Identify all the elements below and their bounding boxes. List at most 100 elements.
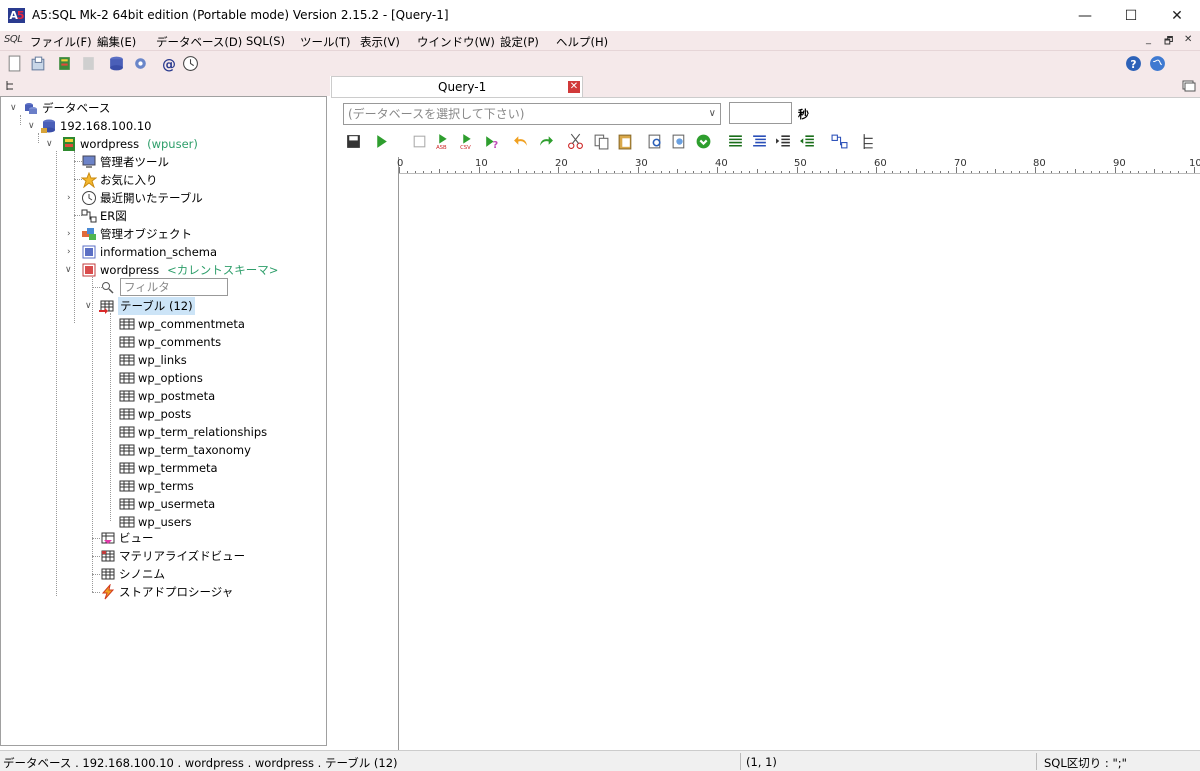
expand-chevron-icon[interactable]: ∨ <box>85 297 95 315</box>
tree-tables-folder[interactable]: テーブル (12) <box>99 297 195 315</box>
tree-schema-wordpress[interactable]: wordpress <カレントスキーマ> <box>81 261 278 279</box>
table-item[interactable]: wp_terms <box>119 477 194 495</box>
globe-icon[interactable] <box>1149 55 1166 72</box>
tab-query-1[interactable]: Query-1 ✕ <box>331 76 583 97</box>
table-item[interactable]: wp_comments <box>119 333 221 351</box>
indent-icon[interactable] <box>775 133 792 150</box>
tree-admin-objects[interactable]: 管理オブジェクト <box>81 225 192 243</box>
tree-recent-tables[interactable]: 最近開いたテーブル <box>81 189 203 207</box>
run-csv-icon[interactable]: CSV <box>459 133 476 150</box>
menu-view[interactable]: 表示(V) <box>360 34 400 50</box>
ruler-label: 0 <box>397 158 404 169</box>
ruler-tick <box>1194 167 1195 173</box>
collapse-chevron-icon[interactable]: › <box>67 189 77 207</box>
db-disconnect-icon[interactable] <box>80 55 97 72</box>
clock-icon[interactable] <box>182 55 199 72</box>
tree-label: ストアドプロシージャ <box>119 585 234 599</box>
tree-structure-icon[interactable] <box>861 133 878 150</box>
expand-chevron-icon[interactable]: ∨ <box>28 117 38 135</box>
mdi-close-button[interactable]: ✕ <box>1184 34 1192 45</box>
tree-information-schema[interactable]: information_schema <box>81 243 217 261</box>
cut-icon[interactable] <box>567 133 584 150</box>
database-icon[interactable] <box>108 55 125 72</box>
copy-icon[interactable] <box>593 133 610 150</box>
undo-icon[interactable] <box>513 133 530 150</box>
save-icon[interactable] <box>345 133 362 150</box>
tree-admin-tools[interactable]: 管理者ツール <box>81 153 169 171</box>
menu-tools[interactable]: ツール(T) <box>300 34 351 50</box>
ruler-tick <box>470 171 472 173</box>
outdent-icon[interactable] <box>799 133 816 150</box>
explain-icon[interactable]: ? <box>483 133 500 150</box>
paste-icon[interactable] <box>617 133 634 150</box>
er-diagram-icon[interactable] <box>831 133 848 150</box>
replace-icon[interactable] <box>671 133 688 150</box>
db-connect-icon[interactable] <box>56 55 73 72</box>
tree-db-wordpress[interactable]: wordpress (wpuser) <box>61 135 198 153</box>
tree-stored-procedures[interactable]: ストアドプロシージャ <box>100 583 233 601</box>
indent-left-icon[interactable] <box>727 133 744 150</box>
run-icon[interactable] <box>373 133 390 150</box>
collapse-chevron-icon[interactable]: › <box>67 243 77 261</box>
database-select[interactable]: (データベースを選択して下さい) ∨ <box>343 103 721 125</box>
maximize-button[interactable]: ☐ <box>1108 0 1154 31</box>
ruler-tick <box>740 171 742 173</box>
svg-text:CSV: CSV <box>460 145 471 150</box>
table-item[interactable]: wp_commentmeta <box>119 315 245 333</box>
open-folder-icon[interactable] <box>30 55 47 72</box>
table-item[interactable]: wp_usermeta <box>119 495 215 513</box>
collapse-chevron-icon[interactable]: › <box>67 225 77 243</box>
tree-view-icon[interactable] <box>5 80 17 92</box>
find-icon[interactable] <box>647 133 664 150</box>
minimize-button[interactable]: — <box>1062 0 1108 31</box>
menu-sql[interactable]: SQL(S) <box>246 34 285 48</box>
menu-settings[interactable]: 設定(P) <box>500 34 539 50</box>
expand-chevron-icon[interactable]: ∨ <box>65 261 75 279</box>
timeout-seconds-input[interactable] <box>729 102 792 124</box>
tree-er-diagram[interactable]: ER図 <box>81 207 127 225</box>
stop-icon[interactable] <box>411 133 428 150</box>
close-button[interactable]: ✕ <box>1154 0 1200 31</box>
tree-synonyms[interactable]: シノニム <box>100 565 165 583</box>
menu-file[interactable]: ファイル(F) <box>30 34 92 50</box>
table-item[interactable]: wp_term_relationships <box>119 423 267 441</box>
tree-views[interactable]: ビュー <box>100 529 154 547</box>
menu-database[interactable]: データベース(D) <box>156 34 242 50</box>
at-mark-icon[interactable]: @ <box>160 55 177 72</box>
expand-chevron-icon[interactable]: ∨ <box>46 135 56 153</box>
table-icon <box>119 354 135 366</box>
redo-icon[interactable] <box>537 133 554 150</box>
table-item[interactable]: wp_links <box>119 351 187 369</box>
sql-editor[interactable] <box>399 174 1200 755</box>
table-item[interactable]: wp_termmeta <box>119 459 218 477</box>
ruler-tick <box>717 167 718 173</box>
ruler-tick <box>724 171 726 173</box>
tree-root-databases[interactable]: データベース <box>23 99 110 117</box>
goto-icon[interactable] <box>695 133 712 150</box>
ruler-tick <box>852 171 854 173</box>
table-item[interactable]: wp_term_taxonomy <box>119 441 251 459</box>
mdi-restore-button[interactable]: 🗗 <box>1164 34 1173 51</box>
menu-window[interactable]: ウインドウ(W) <box>417 34 495 50</box>
menu-edit[interactable]: 編集(E) <box>97 34 136 50</box>
table-item[interactable]: wp_options <box>119 369 203 387</box>
tree-favorites[interactable]: お気に入り <box>81 171 158 189</box>
tab-close-icon[interactable]: ✕ <box>568 81 580 93</box>
format-sql-icon[interactable] <box>751 133 768 150</box>
tree-label: シノニム <box>119 567 165 581</box>
settings-gear-icon[interactable] <box>132 55 149 72</box>
panel-layout-icon[interactable] <box>1182 80 1196 92</box>
new-file-icon[interactable] <box>6 55 23 72</box>
run-asb-icon[interactable]: ASB <box>435 133 452 150</box>
ruler-tick <box>637 167 639 173</box>
table-item[interactable]: wp_postmeta <box>119 387 215 405</box>
tree-materialized-views[interactable]: マテリアライズドビュー <box>100 547 245 565</box>
ruler-tick <box>923 171 925 173</box>
table-item[interactable]: wp_posts <box>119 405 191 423</box>
expand-chevron-icon[interactable]: ∨ <box>10 99 20 117</box>
tree-host[interactable]: 192.168.100.10 <box>41 117 151 135</box>
filter-input[interactable]: フィルタ <box>120 278 228 296</box>
help-icon[interactable]: ? <box>1125 55 1142 72</box>
mdi-minimize-button[interactable]: _ <box>1146 34 1151 45</box>
menu-help[interactable]: ヘルプ(H) <box>556 34 608 50</box>
